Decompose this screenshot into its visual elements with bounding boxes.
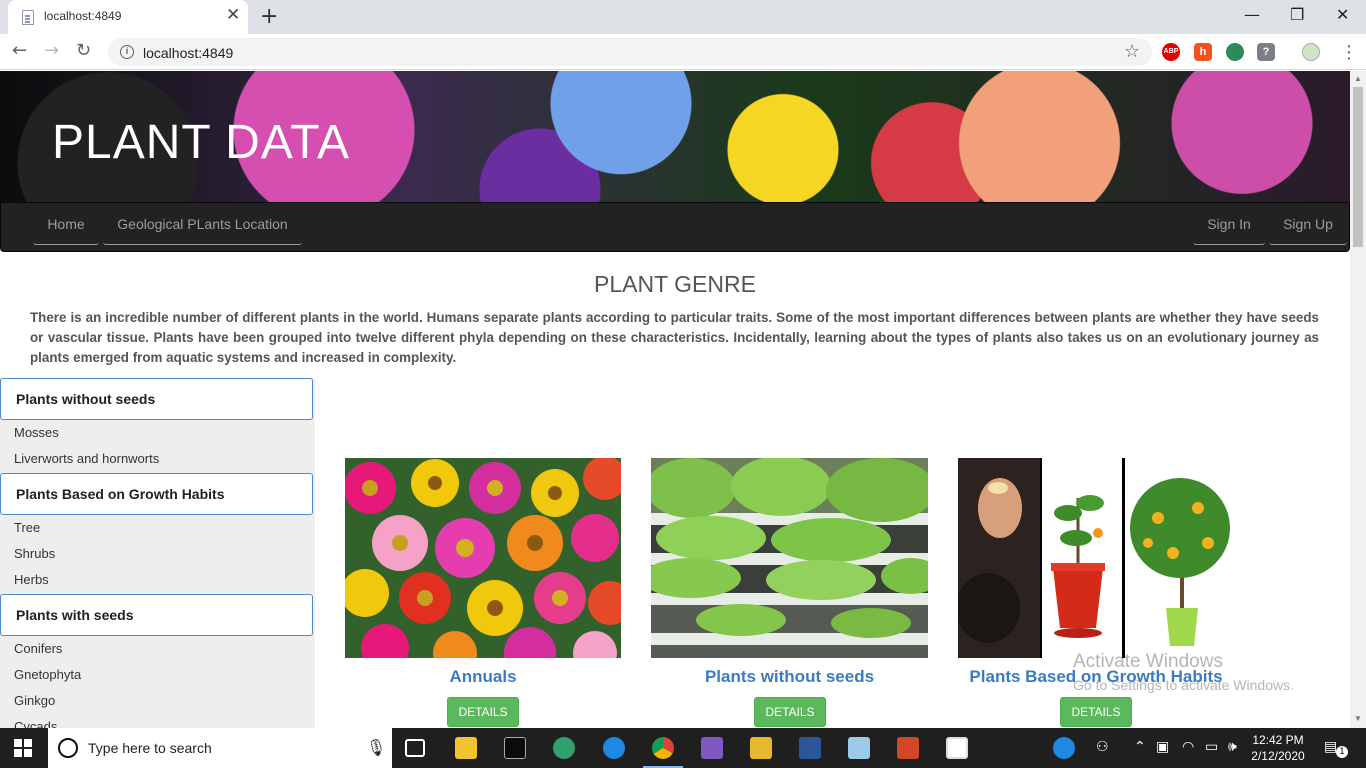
- nav-geological-locations-link[interactable]: Geological PLants Location: [103, 203, 302, 245]
- sidebar-heading-with-seeds[interactable]: Plants with seeds: [0, 594, 313, 636]
- new-tab-button[interactable]: +: [260, 4, 278, 29]
- card-title-annuals[interactable]: Annuals: [345, 667, 621, 687]
- scroll-up-icon[interactable]: ▲: [1354, 74, 1362, 83]
- sidebar-item-tree[interactable]: Tree: [14, 520, 40, 535]
- people-icon[interactable]: ⚇: [1096, 739, 1109, 755]
- word-icon[interactable]: [799, 737, 821, 759]
- page-favicon-icon: [22, 10, 34, 25]
- activation-watermark-hint: Go to Settings to activate Windows.: [1073, 677, 1294, 693]
- genre-heading: PLANT GENRE: [594, 271, 756, 297]
- back-button[interactable]: ←: [12, 40, 27, 61]
- scroll-thumb[interactable]: [1353, 87, 1363, 247]
- clock-time: 12:42 PM: [1252, 733, 1304, 747]
- address-bar[interactable]: i localhost:4849 ☆: [108, 38, 1152, 66]
- tab-close-icon[interactable]: ✕: [226, 7, 240, 24]
- growth-habits-image[interactable]: [958, 458, 1234, 658]
- chrome-menu-icon[interactable]: ⋮: [1340, 42, 1358, 63]
- plants-without-seeds-image[interactable]: [651, 458, 928, 658]
- chrome-icon[interactable]: [652, 737, 674, 759]
- browser-tab[interactable]: localhost:4849 ✕: [8, 0, 248, 34]
- taskbar-clock[interactable]: 12:42 PM 2/12/2020: [1248, 732, 1308, 764]
- annuals-details-button[interactable]: DETAILS: [447, 697, 519, 727]
- clock-date: 2/12/2020: [1251, 749, 1305, 763]
- reload-button[interactable]: ↻: [76, 40, 91, 61]
- sidebar-item-gnetophyta[interactable]: Gnetophyta: [14, 667, 81, 682]
- globe-extension-icon[interactable]: [1226, 43, 1244, 61]
- page-scrollbar[interactable]: ▲ ▼: [1350, 71, 1366, 728]
- plants-without-seeds-details-button[interactable]: DETAILS: [754, 697, 826, 727]
- site-info-icon[interactable]: i: [120, 45, 134, 59]
- forward-button[interactable]: →: [44, 40, 59, 61]
- file-explorer-icon[interactable]: [455, 737, 477, 759]
- browser-toolbar: ← → ↻ i localhost:4849 ☆ ABP h ? ⋮: [0, 34, 1366, 70]
- windows-taskbar: Type here to search 🎙 ⚇ ⌃ ▣ ◠ ▭ 🕪 12:42 …: [0, 728, 1366, 768]
- sidebar-heading-growth-habits[interactable]: Plants Based on Growth Habits: [0, 473, 313, 515]
- volume-icon[interactable]: 🕪: [1228, 739, 1237, 755]
- profile-avatar[interactable]: [1302, 43, 1320, 61]
- notification-count-badge: 1: [1336, 746, 1348, 758]
- minimize-button[interactable]: —: [1244, 5, 1260, 24]
- abp-icon[interactable]: ABP: [1162, 43, 1180, 61]
- sidebar-item-herbs[interactable]: Herbs: [14, 572, 49, 587]
- growth-habits-details-button[interactable]: DETAILS: [1060, 697, 1132, 727]
- wifi-icon[interactable]: ◠: [1182, 739, 1194, 755]
- close-window-button[interactable]: ✕: [1336, 5, 1349, 24]
- page-viewport: PLANT DATA Home Geological PLants Locati…: [0, 71, 1350, 728]
- terminal-icon[interactable]: [504, 737, 526, 759]
- taskbar-search-placeholder[interactable]: Type here to search: [88, 740, 212, 756]
- flower-banner: PLANT DATA: [0, 71, 1350, 202]
- tab-title: localhost:4849: [44, 9, 122, 23]
- card-title-plants-without-seeds[interactable]: Plants without seeds: [651, 667, 928, 687]
- site-title: PLANT DATA: [52, 116, 351, 169]
- help-icon[interactable]: [1053, 737, 1075, 759]
- tab-strip: localhost:4849 ✕ + — ❐ ✕: [0, 0, 1366, 34]
- power-icon[interactable]: ▭: [1205, 739, 1218, 755]
- nav-sign-in-link[interactable]: Sign In: [1193, 203, 1265, 245]
- annuals-image[interactable]: [345, 458, 621, 658]
- genre-description: There is an incredible number of differe…: [30, 310, 1319, 365]
- task-view-icon[interactable]: [405, 739, 425, 757]
- sidebar-item-ginkgo[interactable]: Ginkgo: [14, 693, 55, 708]
- bookmark-star-icon[interactable]: ☆: [1124, 41, 1140, 62]
- file-tool-icon[interactable]: [750, 737, 772, 759]
- sidebar-heading-without-seeds[interactable]: Plants without seeds: [0, 378, 313, 420]
- honey-icon[interactable]: h: [1194, 43, 1212, 61]
- atom-icon[interactable]: [553, 737, 575, 759]
- microphone-icon[interactable]: 🎙: [366, 738, 386, 757]
- shield-extension-icon[interactable]: ?: [1257, 43, 1275, 61]
- sidebar-item-liverworts[interactable]: Liverworts and hornworts: [14, 451, 159, 466]
- scroll-down-icon[interactable]: ▼: [1354, 714, 1362, 723]
- tray-expand-icon[interactable]: ⌃: [1134, 739, 1146, 755]
- powerpoint-icon[interactable]: [897, 737, 919, 759]
- windows-start-icon[interactable]: [14, 739, 32, 757]
- taskbar-search-box[interactable]: Type here to search 🎙: [48, 728, 392, 768]
- battery-alert-icon[interactable]: ▣: [1156, 739, 1169, 755]
- activation-watermark-title: Activate Windows: [1073, 651, 1223, 672]
- main-navbar: Home Geological PLants Location Sign In …: [0, 202, 1350, 252]
- sidebar-item-shrubs[interactable]: Shrubs: [14, 546, 55, 561]
- sidebar-item-cycads[interactable]: Cycads: [14, 719, 57, 728]
- edge-icon[interactable]: [603, 737, 625, 759]
- notepad-icon[interactable]: [848, 737, 870, 759]
- nav-sign-up-link[interactable]: Sign Up: [1269, 203, 1347, 245]
- cortana-icon: [58, 738, 78, 758]
- nav-home-link[interactable]: Home: [33, 203, 99, 245]
- photos-icon[interactable]: [946, 737, 968, 759]
- category-sidebar: Plants without seeds Mosses Liverworts a…: [0, 378, 315, 728]
- url-text[interactable]: localhost:4849: [143, 45, 233, 61]
- sidebar-item-mosses[interactable]: Mosses: [14, 425, 59, 440]
- maximize-button[interactable]: ❐: [1290, 5, 1304, 24]
- sidebar-item-conifers[interactable]: Conifers: [14, 641, 62, 656]
- visual-studio-icon[interactable]: [701, 737, 723, 759]
